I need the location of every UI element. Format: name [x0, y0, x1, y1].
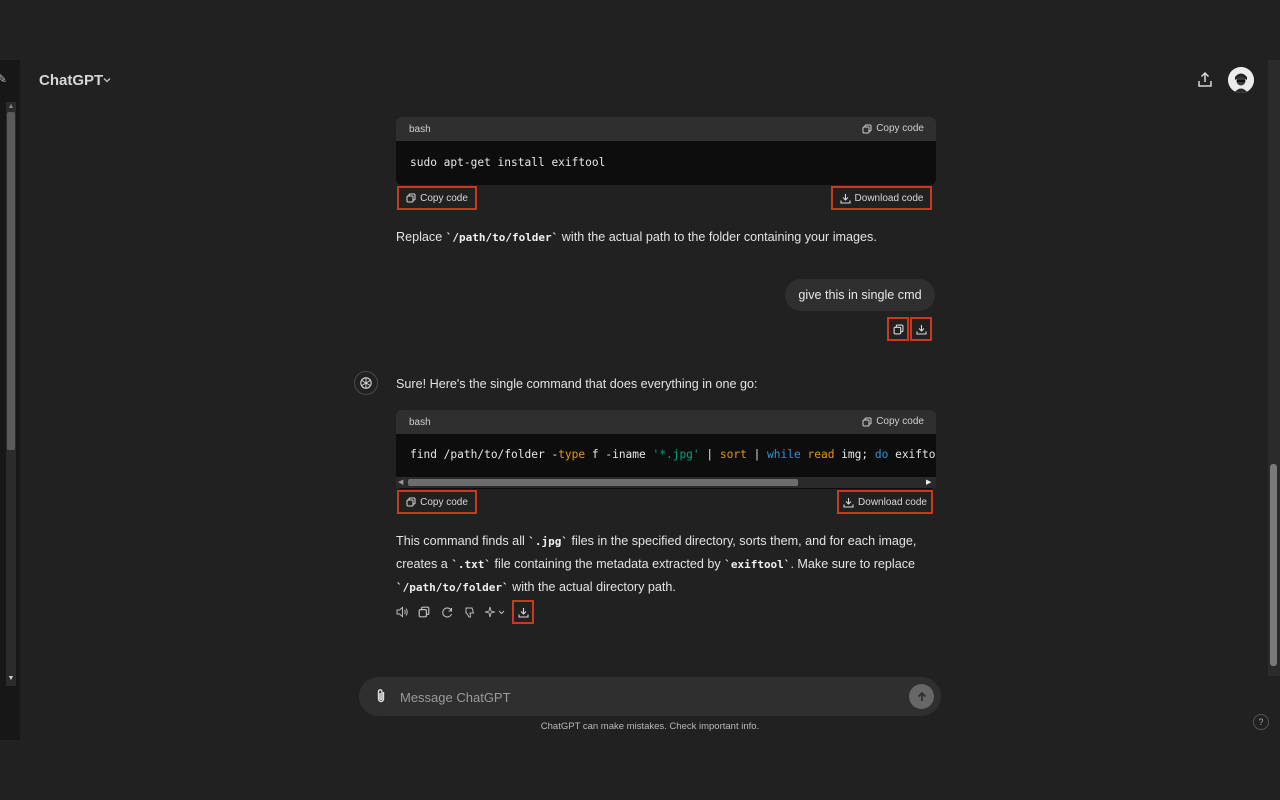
inline-code: `.jpg`	[528, 535, 569, 548]
model-switch-button[interactable]	[483, 604, 507, 620]
main-scrollbar-thumb[interactable]	[1270, 464, 1277, 666]
code-block-header: bash Copy code	[396, 117, 936, 141]
download-message-button[interactable]	[910, 317, 932, 341]
text-line: `/path/to/folder` with the actual direct…	[396, 576, 936, 599]
copy-message-button[interactable]	[887, 317, 909, 341]
paperclip-icon[interactable]	[373, 687, 389, 705]
copy-code-label: Copy code	[876, 123, 924, 134]
text-line: This command finds all `.jpg` files in t…	[396, 530, 936, 553]
user-message-text: give this in single cmd	[798, 288, 922, 302]
copy-icon	[893, 324, 903, 334]
download-icon	[517, 607, 529, 618]
code-token: |	[746, 448, 768, 461]
copy-code-label: Copy code	[420, 496, 468, 508]
code-token: |	[699, 448, 720, 461]
download-code-button[interactable]: Download code	[831, 186, 932, 210]
sidebar-edit-icon[interactable]: ✎	[0, 72, 7, 86]
copy-code-label: Copy code	[876, 416, 924, 427]
download-icon	[839, 193, 851, 204]
copy-icon	[862, 124, 872, 133]
code-token: f -iname	[585, 448, 653, 461]
avatar[interactable]	[1228, 67, 1254, 93]
assistant-intro: Sure! Here's the single command that doe…	[396, 377, 758, 391]
download-response-button[interactable]	[512, 600, 534, 624]
read-aloud-button[interactable]	[394, 604, 410, 620]
regenerate-button[interactable]	[439, 604, 455, 620]
assistant-explanation: This command finds all `.jpg` files in t…	[396, 530, 936, 599]
code-language-label: bash	[409, 417, 431, 428]
left-scrollbar-thumb[interactable]	[7, 112, 15, 450]
download-code-label: Download code	[858, 496, 927, 508]
text-span: creates a	[396, 557, 452, 571]
code-token: exiftool	[895, 448, 936, 461]
code-token: '*.jpg'	[652, 448, 700, 461]
inline-code: `exiftool`	[724, 558, 791, 571]
scroll-left-arrow-icon[interactable]: ◀	[398, 477, 406, 488]
chevron-down-icon[interactable]	[102, 75, 112, 85]
thumbs-down-button[interactable]	[461, 604, 477, 620]
user-message-bubble: give this in single cmd	[785, 279, 935, 311]
code-language-label: bash	[409, 124, 431, 135]
copy-code-header-button[interactable]: Copy code	[862, 123, 924, 134]
copy-code-label: Copy code	[420, 192, 468, 204]
send-button[interactable]	[909, 684, 934, 709]
copy-icon	[862, 417, 872, 426]
assistant-avatar	[354, 371, 378, 395]
disclaimer: ChatGPT can make mistakes. Check importa…	[540, 721, 760, 732]
message-input[interactable]	[398, 684, 882, 710]
code-token: read	[807, 448, 835, 461]
code-token: sort	[719, 448, 747, 461]
code-block: bash Copy code sudo apt-get install exif…	[396, 117, 936, 185]
scroll-right-arrow-icon[interactable]: ▶	[926, 477, 934, 488]
text-span: with the actual path to the folder conta…	[558, 230, 877, 244]
openai-logo-icon	[360, 377, 372, 389]
arrow-up-icon	[917, 691, 926, 701]
copy-icon	[406, 497, 416, 507]
code-token: img;	[834, 448, 875, 461]
download-icon	[915, 324, 927, 335]
copy-code-button[interactable]: Copy code	[397, 490, 477, 514]
share-icon[interactable]	[1195, 70, 1215, 90]
code-token: find /path/to/folder -	[410, 448, 559, 461]
regenerate-icon	[441, 606, 452, 618]
inline-code: `.txt`	[451, 558, 492, 571]
text-span: . Make sure to replace	[790, 557, 916, 571]
assistant-text: Replace `/path/to/folder` with the actua…	[396, 226, 936, 249]
code-token: while	[767, 448, 801, 461]
text-span: Replace	[396, 230, 446, 244]
speaker-icon	[396, 606, 408, 618]
model-selector[interactable]: ChatGPT	[39, 72, 103, 89]
copy-code-button[interactable]: Copy code	[397, 186, 477, 210]
sparkle-icon	[484, 606, 505, 617]
help-button[interactable]: ?	[1253, 714, 1269, 730]
copy-response-button[interactable]	[416, 604, 432, 620]
scroll-up-arrow-icon[interactable]: ▲	[6, 102, 16, 112]
code-token: do	[874, 448, 889, 461]
download-code-button[interactable]: Download code	[837, 490, 933, 514]
code-token: type	[558, 448, 586, 461]
copy-icon	[418, 606, 430, 618]
text-span: file containing the metadata extracted b…	[491, 557, 725, 571]
code-block-header: bash Copy code	[396, 410, 936, 434]
thumbs-down-icon	[465, 607, 474, 617]
download-icon	[843, 497, 854, 508]
inline-code: `/path/to/folder`	[396, 581, 509, 594]
scroll-down-arrow-icon[interactable]: ▼	[6, 674, 16, 684]
download-code-label: Download code	[854, 192, 924, 204]
code-content: sudo apt-get install exiftool	[410, 156, 606, 169]
text-span: files in the specified directory, sorts …	[568, 534, 917, 548]
text-line: creates a `.txt` file containing the met…	[396, 553, 936, 576]
copy-code-header-button[interactable]: Copy code	[862, 416, 924, 427]
inline-code: `/path/to/folder`	[445, 231, 559, 244]
text-span: This command finds all	[396, 534, 529, 548]
copy-icon	[406, 193, 416, 203]
code-horizontal-scrollbar-thumb[interactable]	[408, 479, 798, 486]
text-span: with the actual directory path.	[508, 580, 676, 594]
